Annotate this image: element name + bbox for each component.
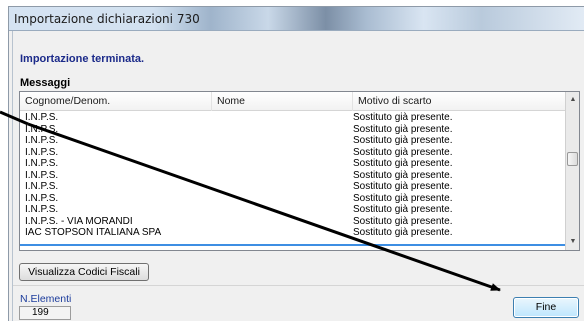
cell-cognome: I.N.P.S.: [25, 146, 59, 158]
table-row[interactable]: I.N.P.S. Sostituto già presente.: [20, 135, 566, 147]
cell-motivo: Sostituto già presente.: [353, 135, 453, 146]
import-dialog-window: Importazione dichiarazioni 730 Importazi…: [8, 6, 584, 321]
cell-cognome: I.N.P.S.: [25, 158, 59, 169]
table-row[interactable]: I.N.P.S. Sostituto già presente.: [20, 204, 566, 216]
cell-cognome: I.N.P.S. - VIA MORANDI: [25, 215, 133, 227]
cell-motivo: Sostituto già presente.: [353, 123, 453, 135]
title-bar[interactable]: Importazione dichiarazioni 730: [9, 7, 584, 31]
table-row[interactable]: I.N.P.S. Sostituto già presente.: [20, 170, 566, 182]
table-row[interactable]: I.N.P.S. - VIA MORANDI Sostituto già pres…: [20, 216, 566, 228]
cell-motivo: Sostituto già presente.: [353, 227, 453, 238]
list-header: Cognome/Denom. Nome Motivo di scarto: [20, 92, 566, 111]
window-title: Importazione dichiarazioni 730: [14, 12, 200, 26]
cell-motivo: Sostituto già presente.: [353, 215, 453, 227]
cell-motivo: Sostituto già presente.: [353, 158, 453, 169]
cell-cognome: IAC STOPSON ITALIANA SPA: [25, 227, 162, 238]
fine-button[interactable]: Fine: [513, 297, 579, 318]
table-row[interactable]: I.N.P.S. Sostituto già presente.: [20, 193, 566, 205]
table-row[interactable]: I.N.P.S. Sostituto già presente.: [20, 112, 566, 124]
divider: [13, 285, 584, 286]
scroll-thumb[interactable]: [567, 152, 578, 166]
cell-motivo: Sostituto già presente.: [353, 192, 453, 204]
table-row[interactable]: I.N.P.S. Sostituto già presente.: [20, 158, 566, 170]
elements-count-label: N.Elementi: [20, 293, 72, 305]
cell-cognome: I.N.P.S.: [25, 204, 59, 215]
column-header-motivo[interactable]: Motivo di scarto: [353, 92, 566, 111]
table-row[interactable]: I.N.P.S. Sostituto già presente.: [20, 124, 566, 136]
messages-label: Messaggi: [20, 77, 71, 89]
list-rows: I.N.P.S. Sostituto già presente. I.N.P.S. S…: [20, 112, 566, 239]
cell-motivo: Sostituto già presente.: [353, 181, 453, 192]
cell-motivo: Sostituto già presente.: [353, 169, 453, 181]
vertical-scrollbar[interactable]: ▲ ▼: [565, 92, 579, 250]
cell-cognome: I.N.P.S.: [25, 135, 59, 146]
selected-row-marker: [20, 244, 566, 246]
table-row[interactable]: IAC STOPSON ITALIANA SPA Sostituto già pr…: [20, 227, 566, 239]
cell-cognome: I.N.P.S.: [25, 169, 59, 181]
status-message: Importazione terminata.: [20, 53, 145, 65]
visualizza-codici-fiscali-button[interactable]: Visualizza Codici Fiscali: [19, 263, 149, 281]
cell-motivo: Sostituto già presente.: [353, 204, 453, 215]
cell-cognome: I.N.P.S.: [25, 123, 59, 135]
table-row[interactable]: I.N.P.S. Sostituto già presente.: [20, 181, 566, 193]
table-row[interactable]: I.N.P.S. Sostituto già presente.: [20, 147, 566, 159]
column-header-nome[interactable]: Nome: [212, 92, 353, 111]
elements-count-value: 199: [19, 306, 71, 320]
cell-motivo: Sostituto già presente.: [353, 146, 453, 158]
messages-list[interactable]: Cognome/Denom. Nome Motivo di scarto I.N…: [19, 91, 580, 251]
cell-cognome: I.N.P.S.: [25, 181, 59, 192]
dialog-content: Importazione terminata. Messaggi Cognome…: [12, 31, 584, 321]
cell-motivo: Sostituto già presente.: [353, 112, 453, 123]
column-header-cognome[interactable]: Cognome/Denom.: [20, 92, 212, 111]
cell-cognome: I.N.P.S.: [25, 192, 59, 204]
scroll-down-icon[interactable]: ▼: [568, 237, 578, 247]
scroll-up-icon[interactable]: ▲: [568, 95, 578, 105]
cell-cognome: I.N.P.S.: [25, 112, 59, 123]
